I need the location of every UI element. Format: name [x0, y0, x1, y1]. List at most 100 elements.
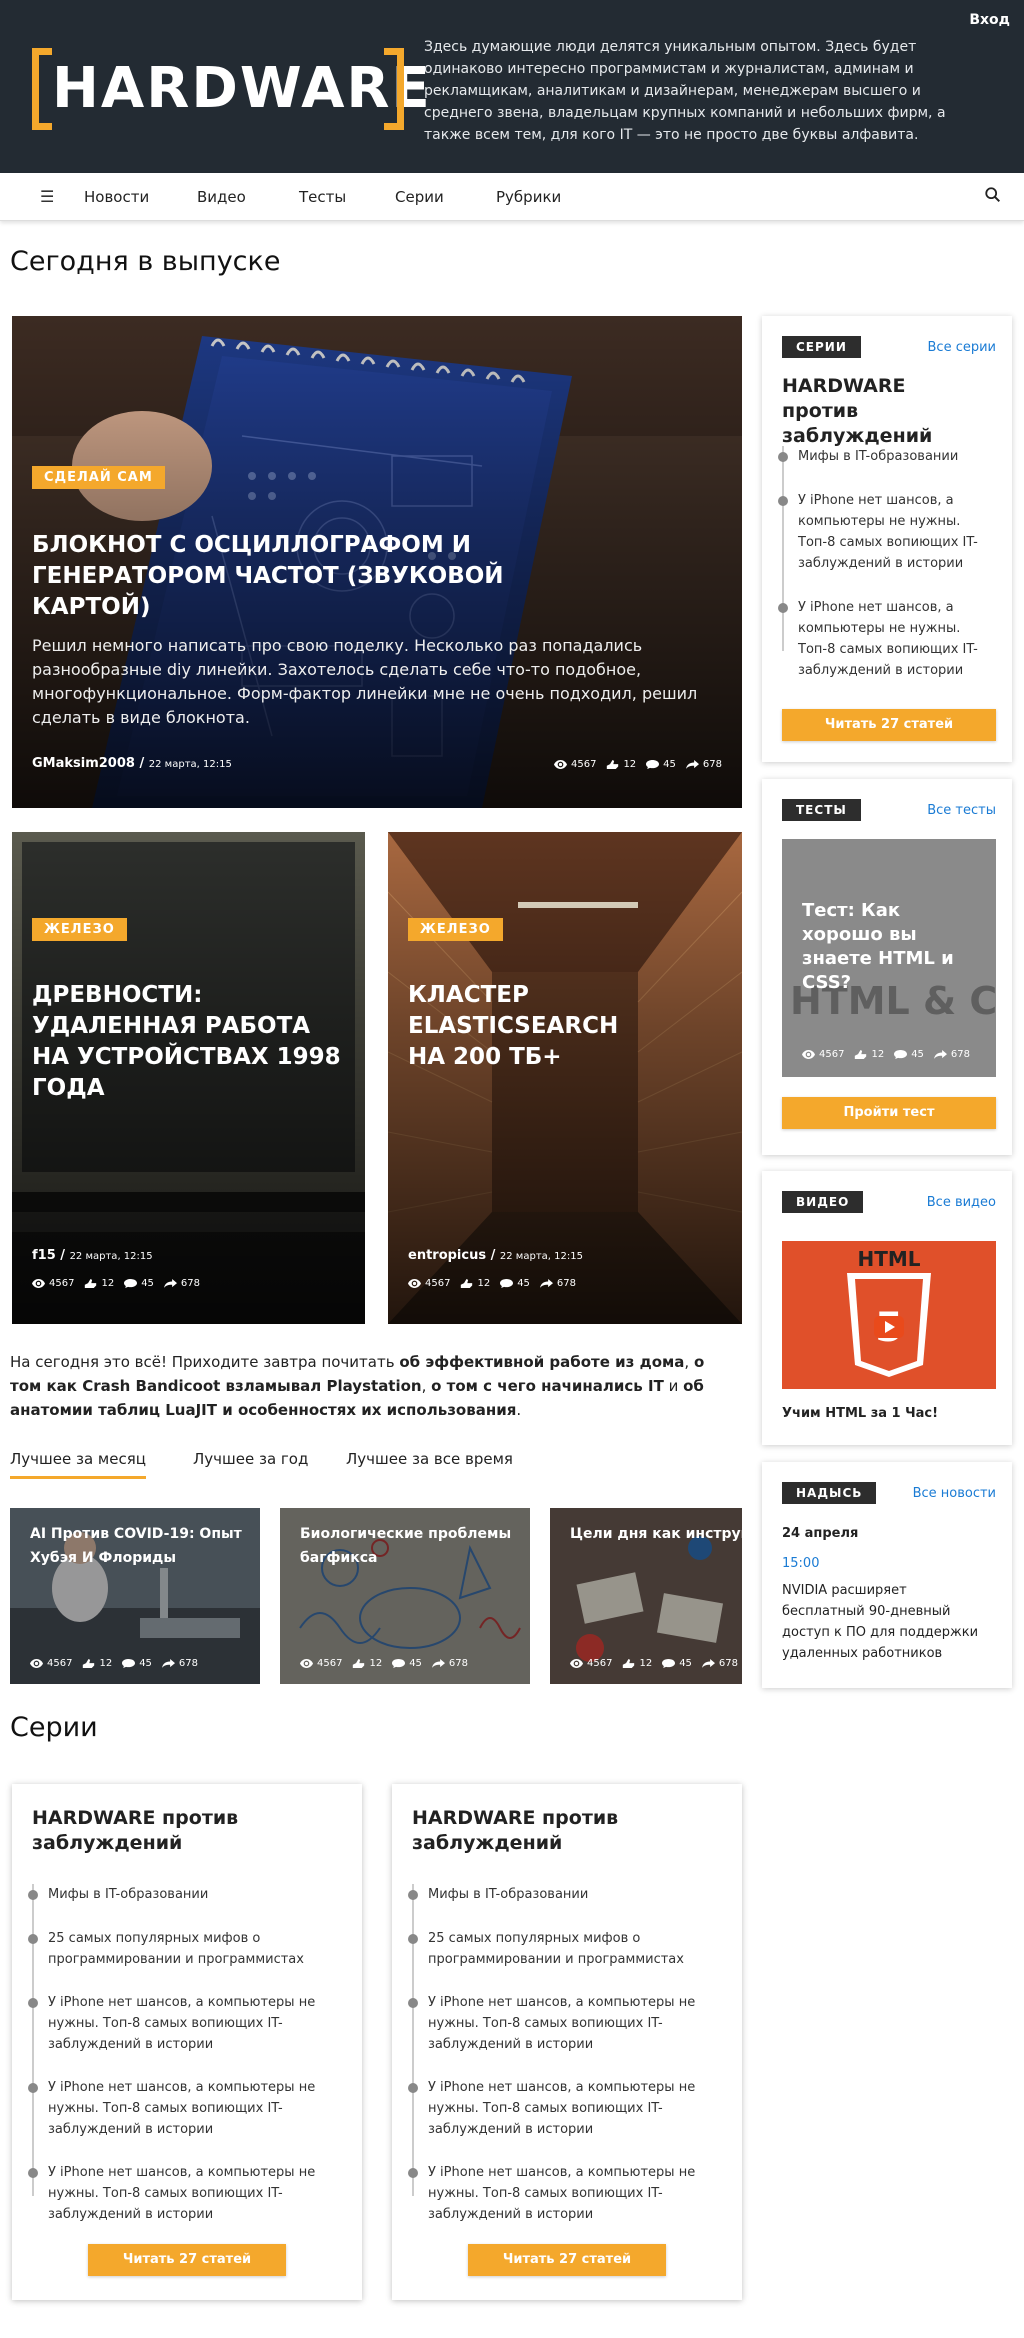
- series-item[interactable]: Мифы в IT-образовании: [428, 1884, 708, 1905]
- shares-count[interactable]: 678: [432, 1658, 468, 1669]
- article-card[interactable]: ЖЕЛЕЗО Древности: удаленная работа на ус…: [12, 832, 365, 1324]
- article-title[interactable]: AI Против COVID-19: Опыт Хубэя И Флориды: [30, 1522, 250, 1570]
- series-item[interactable]: У iPhone нет шансов, а компьютеры не нуж…: [798, 597, 996, 681]
- category-badge[interactable]: СДЕЛАЙ САМ: [32, 466, 165, 489]
- series-item[interactable]: У iPhone нет шансов, а компьютеры не нуж…: [428, 2077, 708, 2140]
- article-title[interactable]: Древности: удаленная работа на устройств…: [32, 980, 352, 1104]
- likes-count[interactable]: 12: [460, 1278, 490, 1289]
- nav-item-news[interactable]: Новости: [84, 188, 149, 206]
- shares-count[interactable]: 678: [702, 1658, 738, 1669]
- read-articles-button[interactable]: Читать 27 статей: [468, 2244, 666, 2276]
- best-article-card[interactable]: Цели дня как инструмент управления коман…: [550, 1508, 742, 1684]
- timeline-dot: [408, 2083, 418, 2093]
- teaser-link[interactable]: о том с чего начинались IT: [431, 1377, 664, 1395]
- read-articles-button[interactable]: Читать 27 статей: [88, 2244, 286, 2276]
- author-name[interactable]: entropicus: [408, 1248, 486, 1263]
- timeline-dot: [408, 2168, 418, 2178]
- article-title[interactable]: Кластер Elasticsearch на 200 ТБ+: [408, 980, 618, 1073]
- article-stats: 4567 12 45 678: [408, 1278, 576, 1289]
- eye-icon: [570, 1658, 583, 1669]
- article-stats: 4567 12 45 678: [32, 1278, 200, 1289]
- logo[interactable]: HARDWARE: [32, 48, 430, 130]
- login-link[interactable]: Вход: [969, 12, 1010, 28]
- featured-article-card[interactable]: СДЕЛАЙ САМ Блокнот с осциллографом и ген…: [12, 316, 742, 808]
- eye-icon: [408, 1278, 421, 1289]
- series-item[interactable]: У iPhone нет шансов, а компьютеры не нуж…: [798, 490, 996, 574]
- author-name[interactable]: GMaksim2008: [32, 756, 135, 771]
- comments-count[interactable]: 45: [894, 1049, 924, 1060]
- series-item[interactable]: 25 самых популярных мифов о программиров…: [428, 1928, 708, 1970]
- likes-count[interactable]: 12: [606, 759, 636, 770]
- nav-item-video[interactable]: Видео: [197, 188, 246, 206]
- shares-count[interactable]: 678: [686, 759, 722, 770]
- article-card[interactable]: ЖЕЛЕЗО Кластер Elasticsearch на 200 ТБ+ …: [388, 832, 742, 1324]
- article-title[interactable]: Цели дня как инструмент управления коман…: [570, 1522, 742, 1546]
- likes-count[interactable]: 12: [82, 1658, 112, 1669]
- share-icon: [432, 1658, 445, 1669]
- search-icon[interactable]: [984, 186, 1002, 204]
- category-badge[interactable]: ЖЕЛЕЗО: [32, 918, 127, 941]
- play-button[interactable]: [874, 1316, 904, 1338]
- likes-count[interactable]: 12: [854, 1049, 884, 1060]
- test-card[interactable]: HTML & CSS Тест: Как хорошо вы знаете HT…: [782, 839, 996, 1077]
- series-item[interactable]: У iPhone нет шансов, а компьютеры не нуж…: [48, 2162, 328, 2225]
- test-title[interactable]: Тест: Как хорошо вы знаете HTML и CSS?: [802, 899, 982, 995]
- article-title[interactable]: Блокнот с осциллографом и генератором ча…: [32, 530, 592, 623]
- likes-count[interactable]: 12: [84, 1278, 114, 1289]
- read-articles-button[interactable]: Читать 27 статей: [782, 709, 996, 741]
- shares-count[interactable]: 678: [162, 1658, 198, 1669]
- series-item[interactable]: У iPhone нет шансов, а компьютеры не нуж…: [48, 2077, 328, 2140]
- nav-item-rubrics[interactable]: Рубрики: [496, 188, 561, 206]
- all-series-link[interactable]: Все серии: [928, 340, 997, 355]
- news-item[interactable]: NVIDIA расширяет бесплатный 90-дневный д…: [782, 1580, 992, 1664]
- teaser-link[interactable]: об эффективной работе из дома: [399, 1353, 684, 1371]
- series-item[interactable]: Мифы в IT-образовании: [48, 1884, 328, 1905]
- nav-item-tests[interactable]: Тесты: [299, 188, 346, 206]
- all-tests-link[interactable]: Все тесты: [927, 803, 996, 818]
- sidebar-news-widget: НАДЫСЬ Все новости 24 апреля 15:00 NVIDI…: [762, 1462, 1012, 1688]
- article-author[interactable]: entropicus / 22 марта, 12:15: [408, 1248, 583, 1263]
- video-caption[interactable]: Учим HTML за 1 Час!: [782, 1406, 938, 1421]
- best-article-card[interactable]: AI Против COVID-19: Опыт Хубэя И Флориды…: [10, 1508, 260, 1684]
- hamburger-icon[interactable]: ☰: [40, 187, 54, 206]
- article-author[interactable]: GMaksim2008 / 22 марта, 12:15: [32, 756, 232, 771]
- all-videos-link[interactable]: Все видео: [927, 1195, 996, 1210]
- comments-count[interactable]: 45: [124, 1278, 154, 1289]
- author-name[interactable]: f15: [32, 1248, 56, 1263]
- sidebar-series-widget: СЕРИИ Все серии HARDWARE против заблужде…: [762, 316, 1012, 762]
- news-time: 15:00: [782, 1556, 820, 1571]
- likes-count[interactable]: 12: [622, 1658, 652, 1669]
- like-icon: [622, 1658, 635, 1669]
- article-title[interactable]: Биологические проблемы багфикса: [300, 1522, 520, 1570]
- tab-best-month[interactable]: Лучшее за месяц: [10, 1450, 146, 1479]
- nav-item-series[interactable]: Серии: [395, 188, 444, 206]
- series-title[interactable]: HARDWARE против заблуждений: [412, 1806, 662, 1856]
- comments-count[interactable]: 45: [122, 1658, 152, 1669]
- take-test-button[interactable]: Пройти тест: [782, 1097, 996, 1129]
- all-news-link[interactable]: Все новости: [913, 1486, 996, 1501]
- tab-best-year[interactable]: Лучшее за год: [193, 1450, 308, 1468]
- series-item[interactable]: Мифы в IT-образовании: [798, 446, 958, 467]
- series-item[interactable]: У iPhone нет шансов, а компьютеры не нуж…: [428, 1992, 708, 2055]
- best-article-card[interactable]: Биологические проблемы багфикса 4567 12 …: [280, 1508, 530, 1684]
- tab-best-all-time[interactable]: Лучшее за все время: [346, 1450, 513, 1468]
- comments-count[interactable]: 45: [662, 1658, 692, 1669]
- series-item[interactable]: 25 самых популярных мифов о программиров…: [48, 1928, 328, 1970]
- shares-count[interactable]: 678: [164, 1278, 200, 1289]
- category-badge[interactable]: ЖЕЛЕЗО: [408, 918, 503, 941]
- series-card: HARDWARE против заблуждений Мифы в IT-об…: [12, 1784, 362, 2300]
- shares-count[interactable]: 678: [540, 1278, 576, 1289]
- sidebar-video-widget: ВИДЕО Все видео HTML 5 Учим HTML за 1 Ча…: [762, 1171, 1012, 1445]
- series-item[interactable]: У iPhone нет шансов, а компьютеры не нуж…: [48, 1992, 328, 2055]
- timeline-dot: [778, 452, 788, 462]
- comments-count[interactable]: 45: [392, 1658, 422, 1669]
- article-author[interactable]: f15 / 22 марта, 12:15: [32, 1248, 153, 1263]
- shares-count[interactable]: 678: [934, 1049, 970, 1060]
- series-item[interactable]: У iPhone нет шансов, а компьютеры не нуж…: [428, 2162, 708, 2225]
- comments-count[interactable]: 45: [500, 1278, 530, 1289]
- series-title[interactable]: HARDWARE против заблуждений: [782, 374, 982, 449]
- likes-count[interactable]: 12: [352, 1658, 382, 1669]
- series-title[interactable]: HARDWARE против заблуждений: [32, 1806, 282, 1856]
- video-thumbnail[interactable]: HTML 5: [782, 1241, 996, 1389]
- comments-count[interactable]: 45: [646, 759, 676, 770]
